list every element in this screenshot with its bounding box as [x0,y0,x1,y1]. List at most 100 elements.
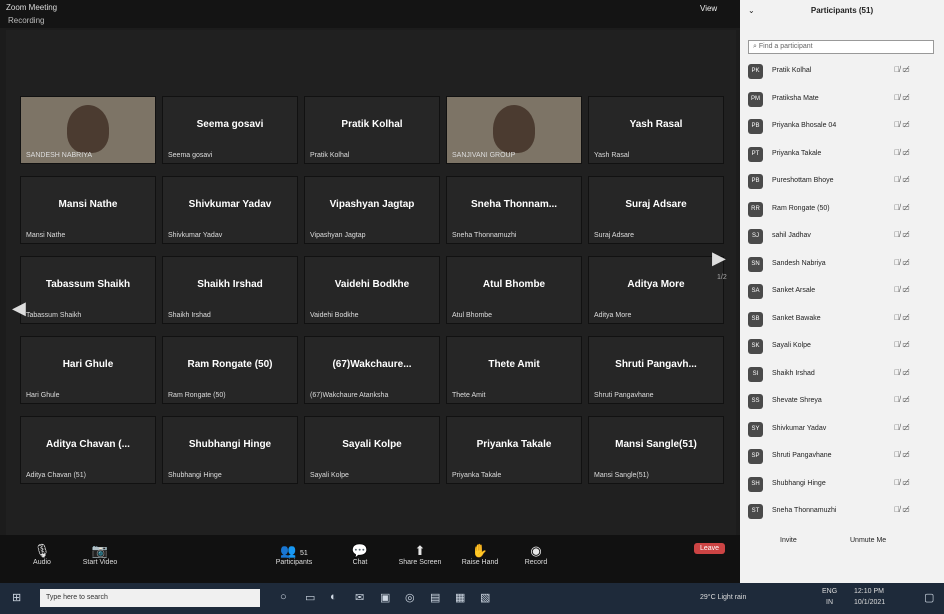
participant-row[interactable]: SB Sanket Bawake 🎙̸ ▭̸ [748,308,938,332]
search-placeholder: Find a participant [758,43,813,50]
participant-tile[interactable]: Sneha Thonnam... Sneha Thonnamuzhi [446,176,582,244]
start-video-button[interactable]: 📷 Start Video [72,543,128,566]
participant-tile[interactable]: Yash Rasal Yash Rasal [588,96,724,164]
participant-row[interactable]: PB Pureshottam Bhoye 🎙̸ ▭̸ [748,170,938,194]
participant-name: Shubhangi Hinge [772,479,826,487]
participant-row[interactable]: RR Ram Rongate (50) 🎙̸ ▭̸ [748,198,938,222]
participant-tile[interactable]: Aditya Chavan (... Aditya Chavan (51) [20,416,156,484]
participant-tile[interactable]: Pratik Kolhal Pratik Kolhal [304,96,440,164]
participant-row[interactable]: SS Shevate Shreya 🎙̸ ▭̸ [748,390,938,414]
tile-name: Suraj Adsare [625,199,687,210]
participant-name: Ram Rongate (50) [772,204,830,212]
participant-row[interactable]: SP Shruti Pangavhane 🎙̸ ▭̸ [748,445,938,469]
participant-tile[interactable]: Priyanka Takale Priyanka Takale [446,416,582,484]
participant-tile[interactable]: SANDESH NABRIYA [20,96,156,164]
tile-label: Suraj Adsare [594,232,635,239]
participant-row[interactable]: PM Pratiksha Mate 🎙̸ ▭̸ [748,88,938,112]
zoom-app-icon[interactable]: ▧ [480,591,490,604]
muted-mic-video-icon: 🎙̸ ▭̸ [894,422,910,432]
tile-name: Aditya Chavan (... [46,439,130,450]
participants-panel: ⌄ Participants (51) ⌕ Find a participant… [740,0,944,583]
tile-label: Ram Rongate (50) [168,392,226,399]
tile-label: SANJIVANI GROUP [452,152,516,159]
notification-icon[interactable]: ▢ [924,591,934,604]
participant-row[interactable]: SN Sandesh Nabriya 🎙̸ ▭̸ [748,253,938,277]
participant-tile[interactable]: Aditya More Aditya More [588,256,724,324]
tile-label: Shruti Pangavhane [594,392,654,399]
participant-tile[interactable]: Seema gosavi Seema gosavi [162,96,298,164]
participant-row[interactable]: SK Sayali Kolpe 🎙̸ ▭̸ [748,335,938,359]
participant-row[interactable]: SH Shubhangi Hinge 🎙̸ ▭̸ [748,473,938,497]
participant-name: sahil Jadhav [772,232,811,239]
avatar: SB [748,311,763,327]
participant-tile[interactable]: Sayali Kolpe Sayali Kolpe [304,416,440,484]
task-view-icon[interactable]: ▭ [305,591,315,604]
tile-label: Shaikh Irshad [168,312,211,319]
participant-tile[interactable]: Suraj Adsare Suraj Adsare [588,176,724,244]
chat-button[interactable]: 💬 Chat [332,543,388,566]
avatar: SP [748,449,763,464]
folder-icon[interactable]: ▦ [455,591,465,604]
participant-name: Sanket Arsale [772,287,816,294]
language-indicator[interactable]: ENG [822,588,837,595]
participant-tile[interactable]: Shivkumar Yadav Shivkumar Yadav [162,176,298,244]
participant-tile[interactable]: Shruti Pangavh... Shruti Pangavhane [588,336,724,404]
participant-row[interactable]: SA Sanket Arsale 🎙̸ ▭̸ [748,280,938,304]
browser-icon[interactable]: ◐ [330,591,337,603]
taskbar-search-input[interactable]: Type here to search [40,589,260,607]
weather-text[interactable]: 29°C Light rain [700,594,746,601]
participant-row[interactable]: SY Shivkumar Yadav 🎙̸ ▭̸ [748,418,938,442]
participants-button[interactable]: 👥 51 Participants [266,543,322,566]
chat-icon: 💬 [351,543,369,558]
office-icon[interactable]: ▤ [430,591,440,604]
participant-row[interactable]: SI Shaikh Irshad 🎙̸ ▭̸ [748,363,938,387]
view-button[interactable]: View [700,4,717,13]
chrome-icon[interactable]: ◎ [405,591,415,604]
invite-button[interactable]: Invite [780,537,797,544]
participant-tile[interactable]: Vaidehi Bodkhe Vaidehi Bodkhe [304,256,440,324]
raise-hand-button[interactable]: ✋ Raise Hand [452,543,508,566]
prev-page-arrow-icon[interactable]: ◀ [12,298,26,319]
participant-name: Pratiksha Mate [772,94,819,102]
participant-row[interactable]: PB Priyanka Bhosale 04 🎙̸ ▭̸ [748,115,938,139]
participant-tile[interactable]: Hari Ghule Hari Ghule [20,336,156,404]
participant-row[interactable]: PK Pratik Kolhal 🎙̸ ▭̸ [748,60,938,84]
participant-search-input[interactable]: ⌕ Find a participant [748,40,934,54]
audio-button[interactable]: 🎙 Audio [14,543,70,566]
next-page-arrow-icon[interactable]: ▶ [712,248,726,269]
cortana-icon[interactable]: ○ [280,591,287,603]
participant-row[interactable]: SJ sahil Jadhav 🎙̸ ▭̸ [748,225,938,249]
participant-tile[interactable]: Shaikh Irshad Shaikh Irshad [162,256,298,324]
mail-icon[interactable]: ✉ [355,591,364,604]
tile-name: Vipashyan Jagtap [329,199,415,210]
participant-tile[interactable]: Tabassum Shaikh Tabassum Shaikh [20,256,156,324]
store-icon[interactable]: ▣ [380,591,390,604]
participant-tile[interactable]: Ram Rongate (50) Ram Rongate (50) [162,336,298,404]
share-screen-button[interactable]: ⬆ Share Screen [392,543,448,566]
clock-time[interactable]: 12:10 PM [854,588,884,595]
record-button[interactable]: ◉ Record [508,543,564,566]
leave-button[interactable]: Leave [694,543,726,554]
participant-tile[interactable]: Atul Bhombe Atul Bhombe [446,256,582,324]
tile-name: Shivkumar Yadav [188,199,272,210]
participant-tile[interactable]: SANJIVANI GROUP [446,96,582,164]
tile-name: Tabassum Shaikh [45,279,131,290]
windows-start-icon[interactable]: ⊞ [12,591,21,604]
tile-name: Seema gosavi [196,119,264,130]
tile-label: Shivkumar Yadav [168,232,223,239]
participant-tile[interactable]: Vipashyan Jagtap Vipashyan Jagtap [304,176,440,244]
participant-tile[interactable]: Shubhangi Hinge Shubhangi Hinge [162,416,298,484]
participant-tile[interactable]: (67)Wakchaure... (67)Wakchaure Atanksha [304,336,440,404]
tile-label: Thete Amit [452,392,486,399]
tile-name: (67)Wakchaure... [332,359,412,370]
participant-row[interactable]: ST Sneha Thonnamuzhi 🎙̸ ▭̸ [748,500,938,524]
microphone-icon: 🎙 [33,543,51,558]
participant-row[interactable]: PT Priyanka Takale 🎙̸ ▭̸ [748,143,938,167]
muted-mic-video-icon: 🎙̸ ▭̸ [894,202,910,212]
participant-tile[interactable]: Mansi Nathe Mansi Nathe [20,176,156,244]
participant-tile[interactable]: Thete Amit Thete Amit [446,336,582,404]
tile-name: Sayali Kolpe [342,439,402,450]
participant-tile[interactable]: Mansi Sangle(51) Mansi Sangle(51) [588,416,724,484]
unmute-me-button[interactable]: Unmute Me [850,537,886,544]
tile-name: Shaikh Irshad [197,279,263,290]
